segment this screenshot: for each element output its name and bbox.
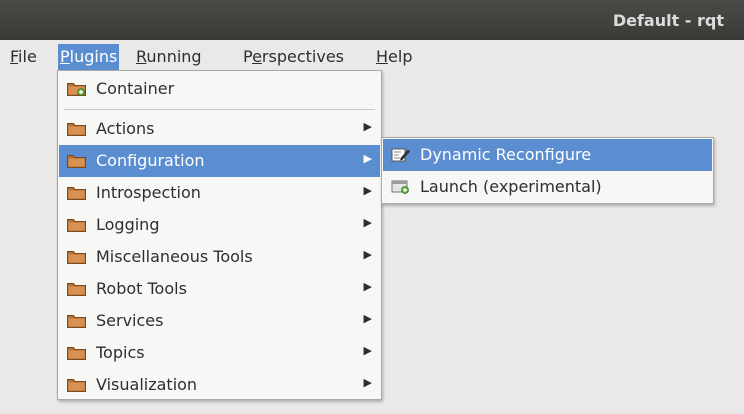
menu-entry-introspection[interactable]: Introspection ▶	[59, 177, 380, 209]
menu-entry-robot-tools[interactable]: Robot Tools ▶	[59, 273, 380, 305]
menu-entry-actions-label: Actions	[96, 119, 155, 138]
menu-bar: File Plugins Running Perspectives Help	[0, 40, 744, 70]
menu-perspectives-label: rspectives	[261, 47, 344, 66]
menu-entry-visualization[interactable]: Visualization ▶	[59, 369, 380, 401]
menu-entry-topics[interactable]: Topics ▶	[59, 337, 380, 369]
menu-running-label: unning	[146, 47, 202, 66]
submenu-arrow-icon: ▶	[363, 216, 372, 229]
submenu-arrow-icon: ▶	[363, 280, 372, 293]
folder-icon	[67, 249, 86, 264]
menu-running[interactable]: Running	[134, 44, 204, 70]
submenu-arrow-icon: ▶	[363, 120, 372, 133]
submenu-arrow-icon: ▶	[363, 312, 372, 325]
submenu-arrow-icon: ▶	[363, 184, 372, 197]
submenu-arrow-icon: ▶	[363, 152, 372, 165]
launch-plugin-icon	[391, 179, 410, 194]
folder-icon	[67, 377, 86, 392]
menu-entry-container-label: Container	[96, 79, 175, 98]
menu-perspectives-prefix: P	[243, 47, 253, 66]
menu-entry-configuration[interactable]: Configuration ▶	[59, 145, 380, 177]
menu-entry-actions[interactable]: Actions ▶	[59, 113, 380, 145]
menu-entry-dynamic-reconfigure-label: Dynamic Reconfigure	[420, 145, 592, 164]
menu-entry-services[interactable]: Services ▶	[59, 305, 380, 337]
menu-entry-topics-label: Topics	[96, 343, 145, 362]
menu-help-label: elp	[388, 47, 413, 66]
menu-help[interactable]: Help	[374, 44, 414, 70]
menu-entry-logging-label: Logging	[96, 215, 160, 234]
configuration-submenu: Dynamic Reconfigure Launch (experimental…	[381, 137, 714, 204]
menu-entry-robot-tools-label: Robot Tools	[96, 279, 187, 298]
menu-perspectives[interactable]: Perspectives	[241, 44, 346, 70]
submenu-arrow-icon: ▶	[363, 248, 372, 261]
menu-entry-services-label: Services	[96, 311, 164, 330]
folder-icon	[67, 185, 86, 200]
folder-plus-icon	[67, 81, 86, 96]
edit-icon	[391, 147, 410, 162]
folder-icon	[67, 313, 86, 328]
menu-entry-launch[interactable]: Launch (experimental)	[383, 171, 712, 203]
menu-separator	[64, 109, 375, 110]
menu-entry-configuration-label: Configuration	[96, 151, 205, 170]
menu-plugins-mnemonic: P	[60, 47, 70, 66]
title-bar: Default - rqt	[0, 0, 744, 40]
folder-icon	[67, 121, 86, 136]
submenu-arrow-icon: ▶	[363, 344, 372, 357]
menu-entry-launch-label: Launch (experimental)	[420, 177, 602, 196]
menu-file-mnemonic: F	[10, 47, 19, 66]
menu-running-mnemonic: R	[136, 47, 147, 66]
menu-entry-visualization-label: Visualization	[96, 375, 198, 394]
menu-plugins[interactable]: Plugins	[58, 44, 120, 70]
submenu-arrow-icon: ▶	[363, 376, 372, 389]
menu-perspectives-mnemonic: e	[252, 47, 262, 66]
folder-icon	[67, 217, 86, 232]
folder-icon	[67, 345, 86, 360]
menu-entry-miscellaneous-tools[interactable]: Miscellaneous Tools ▶	[59, 241, 380, 273]
plugins-dropdown: Container Actions ▶ Configuration ▶ Intr…	[57, 70, 382, 400]
menu-entry-logging[interactable]: Logging ▶	[59, 209, 380, 241]
menu-file-label: ile	[18, 47, 37, 66]
menu-file[interactable]: File	[8, 44, 39, 70]
folder-icon	[67, 153, 86, 168]
folder-icon	[67, 281, 86, 296]
menu-entry-introspection-label: Introspection	[96, 183, 201, 202]
menu-entry-dynamic-reconfigure[interactable]: Dynamic Reconfigure	[383, 139, 712, 171]
menu-entry-miscellaneous-tools-label: Miscellaneous Tools	[96, 247, 253, 266]
menu-entry-container[interactable]: Container	[59, 73, 380, 105]
window-title: Default - rqt	[612, 11, 724, 30]
menu-help-mnemonic: H	[376, 47, 389, 66]
menu-plugins-label: lugins	[69, 47, 118, 66]
